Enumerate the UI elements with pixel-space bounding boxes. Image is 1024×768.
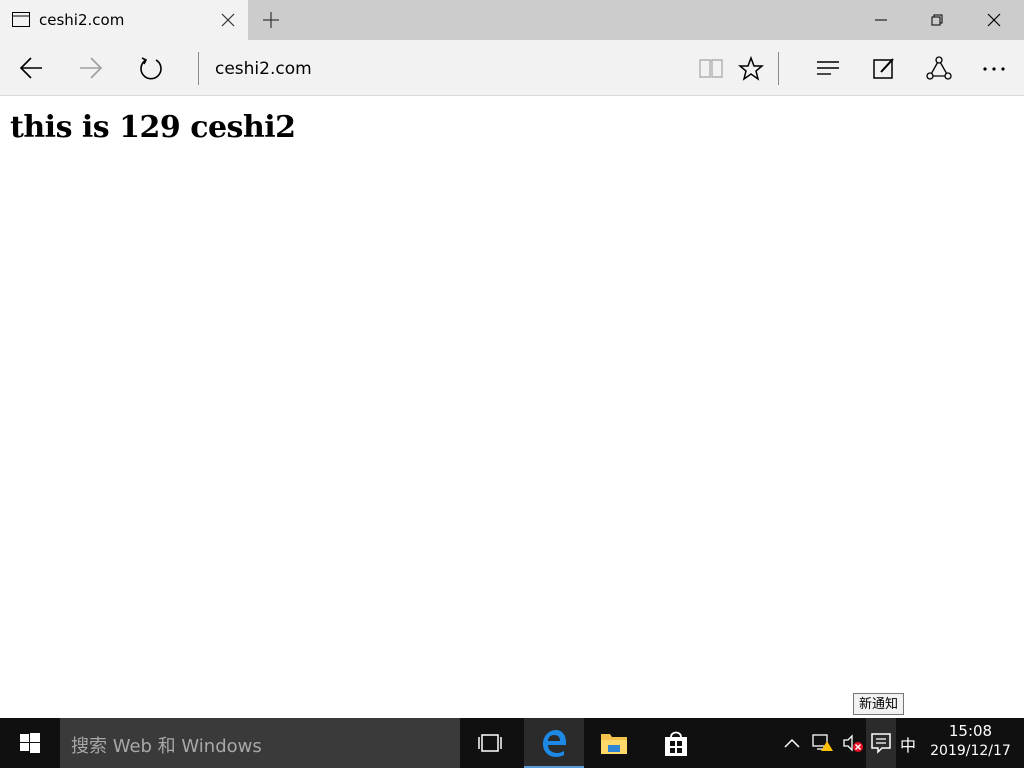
refresh-button[interactable] [130, 48, 170, 88]
page-content: this is 129 ceshi2 [0, 96, 1024, 718]
clock-time[interactable]: 15:08 [928, 722, 1013, 740]
notification-tooltip: 新通知 [853, 693, 905, 715]
taskbar-search[interactable]: 搜索 Web 和 Windows [60, 718, 460, 768]
page-heading: this is 129 ceshi2 [10, 110, 296, 145]
address-separator [198, 52, 199, 85]
minimize-button[interactable] [853, 0, 909, 40]
toolbar-separator [778, 52, 779, 85]
search-placeholder: 搜索 Web 和 Windows [71, 736, 262, 757]
taskbar: 搜索 Web 和 Windows 中 15:08 2019/12/17 [0, 718, 1024, 768]
close-tab-icon[interactable] [218, 10, 238, 30]
tab-title: ceshi2.com [39, 11, 125, 29]
share-icon[interactable] [918, 48, 958, 88]
taskbar-file-explorer[interactable] [584, 718, 644, 768]
more-actions-icon[interactable] [973, 48, 1013, 88]
navigation-bar: ceshi2.com [0, 40, 1024, 96]
title-bar: ceshi2.com [0, 0, 1024, 40]
address-bar[interactable]: ceshi2.com [215, 59, 312, 79]
taskbar-edge[interactable] [524, 718, 584, 768]
action-center-button[interactable] [866, 718, 896, 768]
volume-muted-icon[interactable] [838, 718, 866, 768]
back-button[interactable] [10, 48, 50, 88]
chevron-up-icon[interactable] [778, 718, 806, 768]
taskbar-store[interactable] [646, 718, 706, 768]
new-tab-icon[interactable] [258, 8, 284, 32]
clock-date[interactable]: 2019/12/17 [928, 743, 1013, 759]
favorite-star-icon[interactable] [730, 48, 770, 88]
start-button[interactable] [0, 718, 60, 768]
web-note-icon[interactable] [863, 48, 903, 88]
hub-icon[interactable] [807, 48, 847, 88]
ime-indicator[interactable]: 中 [900, 732, 916, 756]
restore-button[interactable] [909, 0, 965, 40]
network-warning-icon[interactable] [808, 718, 836, 768]
task-view-button[interactable] [460, 718, 520, 768]
forward-button[interactable] [70, 48, 110, 88]
page-icon [12, 11, 30, 29]
browser-tab[interactable]: ceshi2.com [0, 0, 248, 40]
reading-view-icon[interactable] [690, 48, 730, 88]
close-window-button[interactable] [966, 0, 1022, 40]
